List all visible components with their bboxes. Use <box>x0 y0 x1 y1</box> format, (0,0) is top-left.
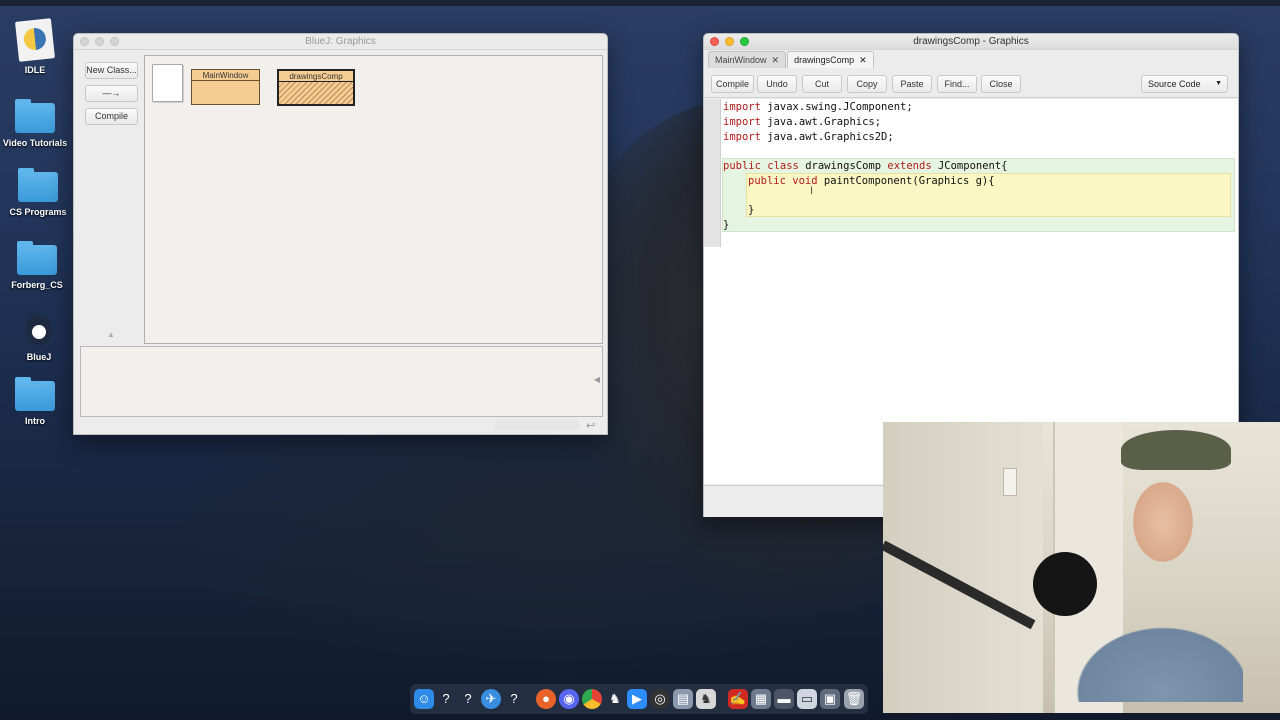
desktop-icon-label: IDLE <box>24 65 46 75</box>
code-line: } <box>748 204 755 216</box>
text-cursor-icon: I <box>810 185 814 197</box>
bluej-project-window: BlueJ: Graphics New Class... —→ Compile … <box>73 33 608 435</box>
compile-button[interactable]: Compile <box>85 108 138 125</box>
zoom-window-icon[interactable] <box>110 37 119 46</box>
window-controls <box>710 37 749 46</box>
microphone <box>1033 552 1097 616</box>
code-line: import java.awt.Graphics; <box>723 116 882 128</box>
app-icon[interactable]: ▣ <box>820 689 840 709</box>
code-line: public class drawingsComp extends JCompo… <box>723 160 1008 172</box>
class-box-mainwindow[interactable]: MainWindow <box>191 69 260 105</box>
help-icon[interactable]: ? <box>458 689 478 709</box>
code-line: import javax.swing.JComponent; <box>723 101 913 113</box>
dock: ☺ ? ? ✈ ? ● ◉ ♞ ▶ ◎ ▤ ♞ ✍ ▦ ▬ ▭ ▣ 🗑 <box>410 684 868 714</box>
tab-label: MainWindow <box>715 55 767 65</box>
class-box-drawingscomp[interactable]: drawingsComp <box>277 69 355 106</box>
firefox-icon[interactable]: ● <box>536 689 556 709</box>
presenter-cap <box>1121 430 1231 470</box>
desktop-icon-forberg-cs[interactable]: Forberg_CS <box>0 241 75 290</box>
editor-tabs: MainWindow ✕ drawingsComp ✕ <box>708 51 874 69</box>
code-line: public void paintComponent(Graphics g){ <box>748 175 995 187</box>
trash-icon[interactable]: 🗑 <box>844 689 864 709</box>
window-title: drawingsComp - Graphics <box>913 36 1029 47</box>
editor-toolbar: Compile Undo Cut Copy Paste Find... Clos… <box>704 70 1238 98</box>
close-button[interactable]: Close <box>981 75 1021 93</box>
app-icon[interactable]: ▤ <box>673 689 693 709</box>
status-progress-bar <box>494 420 580 430</box>
view-mode-value: Source Code <box>1148 79 1201 89</box>
help-icon[interactable]: ? <box>504 689 524 709</box>
bluej-dock-icon[interactable]: ♞ <box>605 689 625 709</box>
discord-icon[interactable]: ◉ <box>559 689 579 709</box>
app-icon[interactable]: ▬ <box>774 689 794 709</box>
minimize-window-icon[interactable] <box>95 37 104 46</box>
reset-vm-icon[interactable]: ↩ <box>586 419 595 432</box>
new-class-button[interactable]: New Class... <box>85 62 138 79</box>
desktop-icon-cs-programs[interactable]: CS Programs <box>0 168 76 217</box>
desktop-icon-label: Forberg_CS <box>11 280 63 290</box>
terminal-output-area[interactable]: ◀ <box>80 346 603 417</box>
class-diagram-canvas[interactable]: MainWindow drawingsComp <box>144 55 603 344</box>
chrome-icon[interactable] <box>582 689 602 709</box>
folder-icon <box>18 168 58 202</box>
class-name: drawingsComp <box>279 71 353 82</box>
code-line: } <box>723 219 730 231</box>
folder-icon <box>15 377 55 411</box>
cut-button[interactable]: Cut <box>802 75 842 93</box>
webcam-presenter <box>1073 442 1243 702</box>
undo-button[interactable]: Undo <box>757 75 797 93</box>
code-line: import java.awt.Graphics2D; <box>723 131 894 143</box>
desktop-icon-intro[interactable]: Intro <box>0 377 73 426</box>
folder-icon <box>17 241 57 275</box>
class-name: MainWindow <box>192 70 259 81</box>
view-mode-select[interactable]: Source Code ▼ <box>1141 75 1228 93</box>
copy-button[interactable]: Copy <box>847 75 887 93</box>
desktop-icon-bluej[interactable]: BlueJ <box>1 313 77 362</box>
desktop-icon-video-tutorials[interactable]: Video Tutorials <box>0 99 73 148</box>
close-tab-icon[interactable]: ✕ <box>772 55 780 65</box>
inheritance-arrow-button[interactable]: —→ <box>85 85 138 102</box>
close-window-icon[interactable] <box>80 37 89 46</box>
desktop-icon-idle[interactable]: IDLE <box>0 18 73 75</box>
webcam-overlay <box>883 422 1280 713</box>
acrobat-icon[interactable]: ✍ <box>728 689 748 709</box>
finder-icon[interactable]: ☺ <box>414 689 434 709</box>
zoom-window-icon[interactable] <box>740 37 749 46</box>
desktop-icon-label: Video Tutorials <box>2 138 68 148</box>
tab-drawingscomp[interactable]: drawingsComp ✕ <box>787 51 874 68</box>
zoom-icon[interactable]: ▶ <box>627 689 647 709</box>
tab-label: drawingsComp <box>794 55 855 65</box>
find-button[interactable]: Find... <box>937 75 977 93</box>
obs-icon[interactable]: ◎ <box>650 689 670 709</box>
window-controls <box>80 37 119 46</box>
chevron-down-icon: ▼ <box>1215 80 1222 87</box>
bluej-dock-icon[interactable]: ♞ <box>696 689 716 709</box>
menu-bar[interactable] <box>0 0 1280 6</box>
light-switch <box>1003 468 1017 496</box>
desktop-icon-label: BlueJ <box>26 352 52 362</box>
idle-app-icon <box>15 18 55 62</box>
safari-icon[interactable]: ✈ <box>481 689 501 709</box>
webcam-wall <box>883 422 1043 713</box>
collapse-triangle-icon[interactable]: ▲ <box>107 330 115 339</box>
readme-document-icon[interactable] <box>152 64 183 102</box>
tab-mainwindow[interactable]: MainWindow ✕ <box>708 51 787 68</box>
minimize-window-icon[interactable] <box>725 37 734 46</box>
window-titlebar[interactable]: BlueJ: Graphics <box>74 34 607 50</box>
window-title: BlueJ: Graphics <box>305 36 376 47</box>
paste-button[interactable]: Paste <box>892 75 932 93</box>
close-window-icon[interactable] <box>710 37 719 46</box>
expand-triangle-icon[interactable]: ◀ <box>594 375 600 384</box>
help-icon[interactable]: ? <box>436 689 456 709</box>
bluej-app-icon <box>20 313 58 347</box>
window-titlebar[interactable]: drawingsComp - Graphics <box>704 34 1238 50</box>
app-icon[interactable]: ▭ <box>797 689 817 709</box>
desktop-icon-label: Intro <box>25 416 45 426</box>
close-tab-icon[interactable]: ✕ <box>859 55 867 65</box>
folder-icon <box>15 99 55 133</box>
compile-button[interactable]: Compile <box>711 75 754 93</box>
app-icon[interactable]: ▦ <box>751 689 771 709</box>
desktop-icon-label: CS Programs <box>9 207 67 217</box>
line-gutter[interactable] <box>704 99 721 247</box>
